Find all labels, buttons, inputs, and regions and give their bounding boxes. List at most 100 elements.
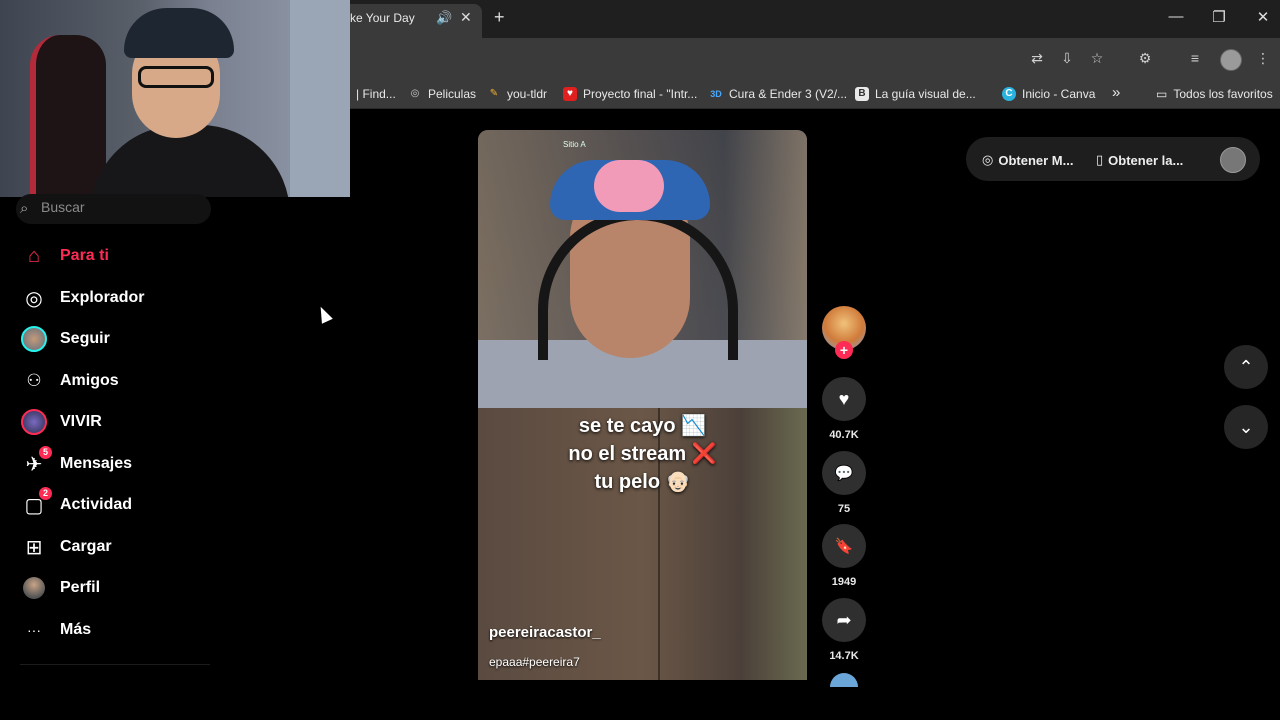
minimize-button[interactable]: — (1166, 8, 1186, 25)
share-icon: ➦ (836, 609, 852, 630)
desktop-app-icon: ◎ (982, 152, 994, 167)
webcam-overlay (0, 0, 350, 197)
comment-button[interactable]: 💬 (822, 451, 866, 495)
sidebar-item-following[interactable]: Seguir (20, 325, 220, 353)
caption-line: no el stream ❌ (568, 443, 717, 465)
tab-title: ke Your Day (350, 11, 415, 25)
sidebar-item-label: VIVIR (60, 413, 102, 430)
caption-line: se te cayo 📉 (578, 415, 707, 437)
get-mobile-app-button[interactable]: ▯ Obtener la... (1096, 152, 1183, 168)
following-avatar-icon (20, 325, 48, 353)
search-icon: ⌕ (20, 200, 29, 217)
book-icon: B (855, 87, 869, 101)
bookmark-star-icon[interactable]: ☆ (1087, 50, 1107, 67)
video-player[interactable]: Sitio A se te cayo 📉 no el stream ❌ tu p… (478, 130, 807, 680)
tab-close-icon[interactable]: ✕ (460, 9, 472, 26)
bookmark-icon: 🔖 (834, 538, 854, 555)
sidebar-item-label: Actividad (60, 496, 133, 513)
folder-icon: ▭ (1156, 87, 1168, 101)
new-tab-button[interactable]: + (494, 7, 505, 28)
bookmark-item[interactable]: ♥ Proyecto final - "Intr... (563, 87, 697, 101)
share-count: 14.7K (829, 650, 859, 662)
like-count: 40.7K (829, 429, 859, 441)
sidebar-item-profile[interactable]: Perfil (20, 574, 220, 602)
profile-avatar-icon (20, 574, 48, 602)
sidebar-item-label: Para ti (60, 247, 109, 264)
video-description[interactable]: epaaa#peereira7 (489, 655, 580, 669)
sidebar-item-for-you[interactable]: ⌂ Para ti (20, 242, 220, 270)
bookmark-item[interactable]: | Find... (356, 87, 396, 101)
upload-icon: ⊞ (25, 536, 43, 559)
comment-icon: 💬 (834, 465, 854, 482)
globe-icon: ◎ (410, 88, 420, 99)
3d-icon: 3D (710, 89, 722, 99)
browser-menu-icon[interactable]: ⋮ (1253, 50, 1273, 67)
webcam-chair (30, 35, 106, 197)
tab-audio-icon[interactable]: 🔊 (436, 10, 452, 26)
previous-video-button[interactable]: ⌃ (1224, 345, 1268, 389)
all-bookmarks-label: Todos los favoritos (1173, 87, 1273, 101)
video-game-hud: Sitio A (563, 140, 586, 149)
bookmark-label: you-tldr (507, 87, 548, 101)
translate-icon[interactable]: ⇄ (1027, 50, 1047, 67)
sidebar-item-messages[interactable]: ✈ 5 Mensajes (20, 446, 220, 478)
window-close-button[interactable]: ✕ (1253, 8, 1273, 26)
messages-icon: ✈ 5 (20, 446, 52, 478)
restore-button[interactable]: ❐ (1209, 8, 1229, 26)
video-author[interactable]: peereiracastor_ (489, 624, 601, 641)
bookmarks-overflow-icon[interactable]: » (1112, 84, 1120, 101)
activity-icon: ▢ 2 (20, 487, 52, 519)
user-avatar[interactable] (1220, 147, 1246, 173)
bookmark-item[interactable]: ✎ you-tldr (487, 87, 547, 101)
get-desktop-app-button[interactable]: ◎ Obtener M... (982, 152, 1073, 168)
messages-badge: 5 (39, 446, 52, 459)
canva-icon: C (1002, 87, 1016, 101)
bookmark-label: La guía visual de... (875, 87, 976, 101)
next-video-button[interactable]: ⌄ (1224, 405, 1268, 449)
bookmark-item[interactable]: ◎ Peliculas (408, 87, 476, 101)
search-placeholder: Buscar (41, 199, 85, 215)
browser-profile-avatar[interactable] (1220, 49, 1242, 71)
webcam-person-glasses (138, 66, 214, 88)
bookmark-label: Proyecto final - "Intr... (583, 87, 698, 101)
sidebar-item-live[interactable]: VIVIR (20, 408, 220, 436)
media-control-icon[interactable]: ≡ (1185, 50, 1205, 66)
webcam-person-cap (124, 8, 234, 58)
sidebar-divider (20, 664, 210, 665)
friends-icon: ⚇ (26, 371, 42, 390)
webcam-background (290, 0, 350, 197)
save-count: 1949 (831, 576, 857, 588)
follow-button[interactable]: + (835, 341, 853, 359)
caption-line: tu pelo 👴🏻 (594, 471, 691, 493)
bookmark-label: Inicio - Canva (1022, 87, 1096, 101)
save-button[interactable]: 🔖 (822, 524, 866, 568)
live-avatar-icon (20, 408, 48, 436)
more-icon: ··· (27, 622, 41, 638)
sidebar-item-label: Explorador (60, 289, 145, 306)
all-bookmarks[interactable]: ▭ Todos los favoritos (1156, 87, 1273, 101)
get-desktop-app-label: Obtener M... (998, 152, 1074, 168)
sidebar-item-friends[interactable]: ⚇ Amigos (20, 367, 220, 395)
pencil-icon: ✎ (489, 88, 499, 99)
music-disc-avatar[interactable] (830, 673, 858, 687)
share-button[interactable]: ➦ (822, 598, 866, 642)
activity-badge: 2 (39, 487, 52, 500)
bookmark-item[interactable]: B La guía visual de... (855, 87, 976, 101)
bookmark-item[interactable]: 3D Cura & Ender 3 (V2/... (709, 87, 847, 101)
sidebar-item-label: Seguir (60, 330, 110, 347)
bookmark-label: Peliculas (428, 87, 477, 101)
bookmark-item[interactable]: C Inicio - Canva (1002, 87, 1095, 101)
extensions-icon[interactable]: ⚙ (1135, 50, 1155, 67)
webcam-person-body (90, 125, 290, 197)
sidebar-item-more[interactable]: ··· Más (20, 616, 220, 644)
install-app-icon[interactable]: ⇩ (1057, 50, 1077, 67)
heart-icon: ♥ (563, 87, 577, 101)
comment-count: 75 (837, 503, 851, 515)
sidebar-item-explore[interactable]: ◎ Explorador (20, 284, 220, 312)
compass-icon: ◎ (25, 287, 43, 310)
bookmark-label: | Find... (356, 87, 396, 101)
like-button[interactable]: ♥ (822, 377, 866, 421)
sidebar-item-upload[interactable]: ⊞ Cargar (20, 533, 220, 561)
sidebar-item-activity[interactable]: ▢ 2 Actividad (20, 487, 220, 519)
mobile-icon: ▯ (1096, 152, 1104, 167)
